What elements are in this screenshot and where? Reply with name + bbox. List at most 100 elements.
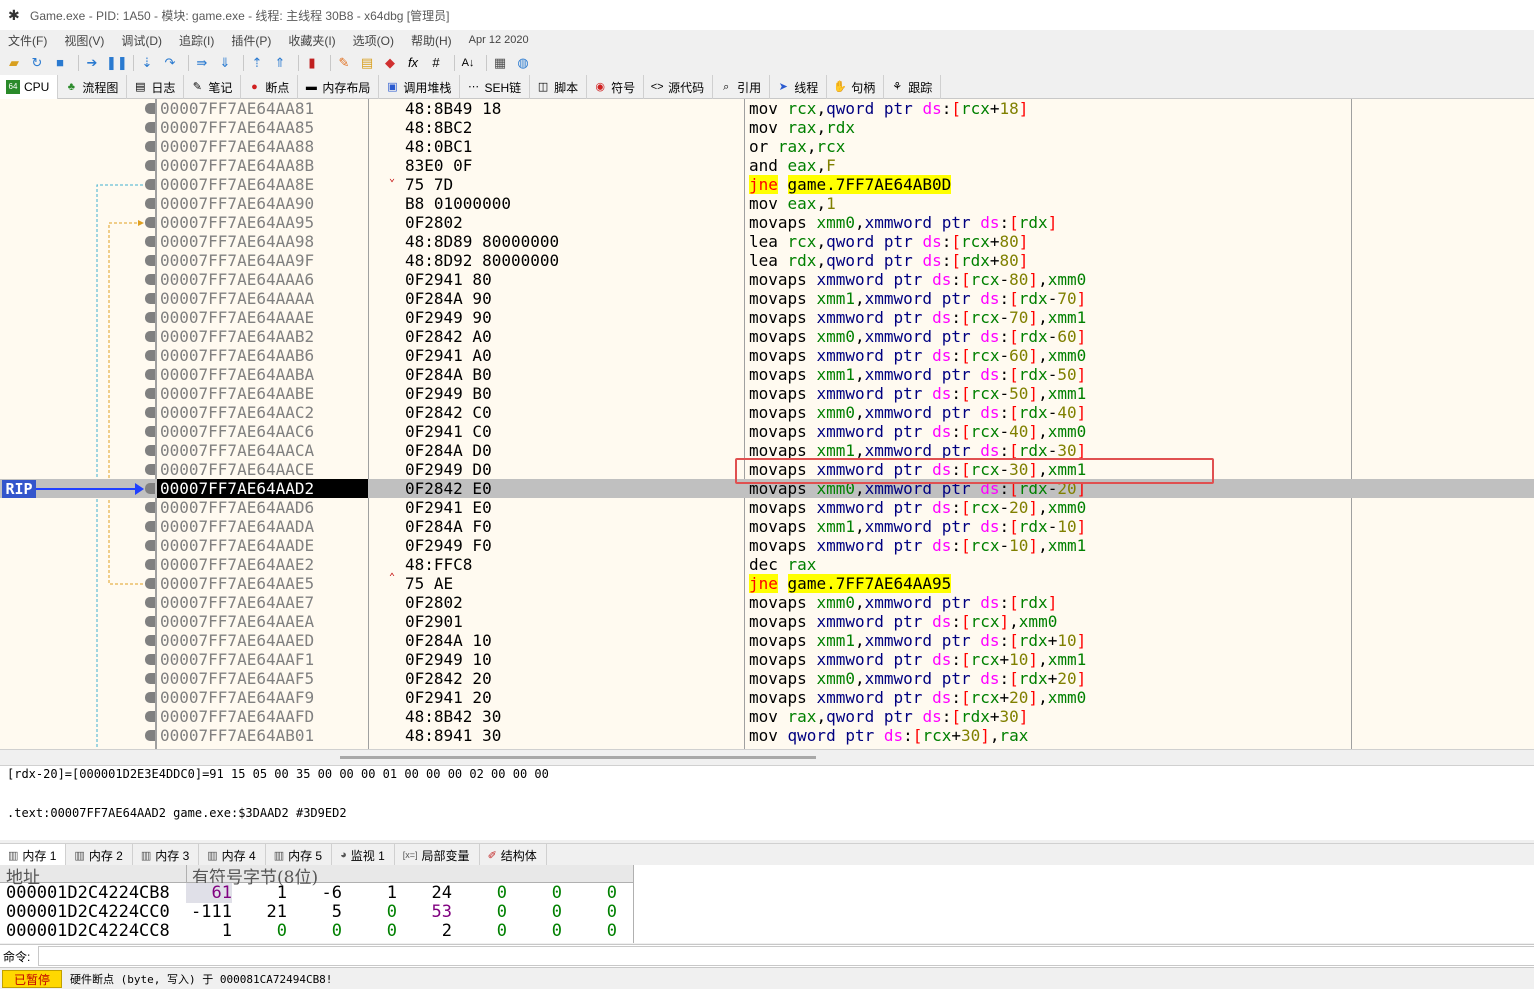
disasm-row[interactable]: 00007FF7AE64AAE5 ⌃ 75 AE jne game.7FF7AE64A… [0, 572, 1534, 593]
step-into-icon[interactable]: ⇣ [138, 54, 156, 72]
menu-debug[interactable]: 调试(D) [121, 32, 162, 49]
breakpoint-toggle[interactable] [145, 692, 155, 703]
dump-byte-value[interactable]: 0 [571, 921, 617, 941]
dump-byte-value[interactable]: 0 [351, 921, 397, 941]
dump-byte-value[interactable]: 24 [406, 883, 452, 903]
disasm-row[interactable]: 00007FF7AE64AAA6 0F2941 80 movaps xmmword … [0, 270, 1534, 289]
tab-trace[interactable]: ⚘ 跟踪 [884, 75, 942, 99]
tab-source[interactable]: <> 源代码 [644, 75, 714, 99]
disasm-row[interactable]: 00007FF7AE64AAF1 0F2949 10 movaps xmmword … [0, 650, 1534, 669]
trace-over-icon[interactable]: ⇓ [216, 54, 234, 72]
functions-icon[interactable]: fx [404, 54, 422, 72]
breakpoint-toggle[interactable] [145, 350, 155, 361]
dump-row[interactable]: 000001D2C4224CC8 1 0 0 0 2 0 0 0 [0, 921, 634, 941]
disasm-row[interactable]: 00007FF7AE64AAF9 0F2941 20 movaps xmmword … [0, 688, 1534, 707]
dump-byte-value[interactable]: 0 [516, 883, 562, 903]
breakpoint-toggle[interactable] [145, 445, 155, 456]
tab-cpu[interactable]: 64 CPU [0, 75, 59, 99]
tab-threads[interactable]: ➤ 线程 [770, 75, 828, 99]
memory-dump[interactable]: 地址 有符号字节(8位) 000001D2C4224CB8 61 1 -6 1 24 0 0 0… [0, 865, 1534, 943]
tab-dump-2[interactable]: ▥ 内存 2 [66, 844, 133, 866]
breakpoint-toggle[interactable] [145, 673, 155, 684]
globe-icon[interactable]: ◍ [514, 54, 532, 72]
run-icon[interactable]: ➔ [83, 54, 101, 72]
dump-byte-value[interactable]: 21 [241, 902, 287, 922]
disasm-row[interactable]: 00007FF7AE64AA9F 48:8D92 80000000 lea rdx,… [0, 251, 1534, 270]
patch-icon[interactable]: ✎ [335, 54, 353, 72]
breakpoint-toggle[interactable] [145, 521, 155, 532]
breakpoint-toggle[interactable] [145, 578, 155, 589]
disasm-row[interactable]: 00007FF7AE64AAE7 0F2802 movaps xmm0,xmmwor… [0, 593, 1534, 612]
tab-watch-1[interactable]: ◕ 监视 1 [332, 844, 395, 866]
breakpoint-toggle[interactable] [145, 464, 155, 475]
trace-into-icon[interactable]: ⇛ [193, 54, 211, 72]
disasm-row[interactable]: 00007FF7AE64AAAE 0F2949 90 movaps xmmword … [0, 308, 1534, 327]
disasm-row[interactable]: 00007FF7AE64AAFD 48:8B42 30 mov rax,qword … [0, 707, 1534, 726]
dump-byte-value[interactable]: 0 [296, 921, 342, 941]
disasm-row[interactable]: 00007FF7AE64AADE 0F2949 F0 movaps xmmword … [0, 536, 1534, 555]
tab-notes[interactable]: ✎ 笔记 [184, 75, 242, 99]
dump-row[interactable]: 000001D2C4224CB8 61 1 -6 1 24 0 0 0 [0, 883, 634, 903]
restart-icon[interactable]: ↻ [28, 54, 46, 72]
disasm-row[interactable]: 00007FF7AE64AAB6 0F2941 A0 movaps xmmword … [0, 346, 1534, 365]
breakpoint-toggle[interactable] [145, 160, 155, 171]
command-input[interactable] [38, 946, 1534, 966]
disasm-row[interactable]: 00007FF7AE64AA98 48:8D89 80000000 lea rcx,… [0, 232, 1534, 251]
tab-struct[interactable]: ✐ 结构体 [480, 844, 547, 866]
breakpoint-toggle[interactable] [145, 407, 155, 418]
breakpoint-toggle[interactable] [145, 274, 155, 285]
dump-byte-value[interactable]: -111 [186, 902, 232, 922]
stop-icon[interactable]: ■ [51, 54, 69, 72]
tab-seh[interactable]: ⋯ SEH链 [460, 75, 531, 99]
menu-options[interactable]: 选项(O) [353, 32, 394, 49]
breakpoint-toggle[interactable] [145, 255, 155, 266]
breakpoint-toggle[interactable] [145, 711, 155, 722]
run-to-user-code-icon[interactable]: ⇑ [271, 54, 289, 72]
breakpoint-toggle[interactable] [145, 616, 155, 627]
tab-locals[interactable]: [x=] 局部变量 [395, 844, 480, 866]
menu-plugins[interactable]: 插件(P) [231, 32, 271, 49]
disasm-row[interactable]: 00007FF7AE64AAC6 0F2941 C0 movaps xmmword … [0, 422, 1534, 441]
disassembly-view[interactable]: 00007FF7AE64AA81 48:8B49 18 mov rcx,qword … [0, 99, 1534, 749]
dump-byte-value[interactable]: 0 [461, 883, 507, 903]
variables-icon[interactable]: # [427, 54, 445, 72]
menu-help[interactable]: 帮助(H) [411, 32, 452, 49]
dump-byte-value[interactable]: 5 [296, 902, 342, 922]
breakpoint-toggle[interactable] [145, 483, 155, 494]
disasm-row[interactable]: 00007FF7AE64AA85 48:8BC2 mov rax,rdx [0, 118, 1534, 137]
disasm-row[interactable]: 00007FF7AE64AA95 0F2802 movaps xmm0,xmmwor… [0, 213, 1534, 232]
tab-script[interactable]: ◫ 脚本 [530, 75, 588, 99]
dump-byte-value[interactable]: 61 [186, 883, 232, 903]
scrollbar-thumb[interactable] [340, 756, 816, 759]
dump-byte-value[interactable]: 0 [461, 921, 507, 941]
tab-call-stack[interactable]: ▣ 调用堆栈 [379, 75, 461, 99]
dump-byte-value[interactable]: 0 [571, 902, 617, 922]
breakpoint-toggle[interactable] [145, 103, 155, 114]
dump-byte-value[interactable]: 1 [351, 883, 397, 903]
dump-byte-value[interactable]: 53 [406, 902, 452, 922]
tab-log[interactable]: ▤ 日志 [127, 75, 185, 99]
breakpoint-toggle[interactable] [145, 559, 155, 570]
dump-row[interactable]: 000001D2C4224CC0 -111 21 5 0 53 0 0 0 [0, 902, 634, 922]
dump-byte-value[interactable]: 2 [406, 921, 452, 941]
breakpoint-toggle[interactable] [145, 331, 155, 342]
breakpoint-toggle[interactable] [145, 293, 155, 304]
calculator-icon[interactable]: ▦ [491, 54, 509, 72]
menu-trace[interactable]: 追踪(I) [179, 32, 214, 49]
tab-handles[interactable]: ✋ 句柄 [827, 75, 885, 99]
breakpoint-toggle[interactable] [145, 141, 155, 152]
labels-icon[interactable]: ◆ [381, 54, 399, 72]
breakpoint-toggle[interactable] [145, 236, 155, 247]
breakpoint-toggle[interactable] [145, 635, 155, 646]
dump-byte-value[interactable]: -6 [296, 883, 342, 903]
breakpoint-toggle[interactable] [145, 217, 155, 228]
disasm-row[interactable]: 00007FF7AE64AA90 B8 01000000 mov eax,1 [0, 194, 1534, 213]
disasm-row[interactable]: 00007FF7AE64AAED 0F284A 10 movaps xmm1,xmm… [0, 631, 1534, 650]
tab-symbols[interactable]: ◉ 符号 [587, 75, 645, 99]
font-icon[interactable]: A↓ [459, 54, 477, 72]
step-over-icon[interactable]: ↷ [161, 54, 179, 72]
dump-byte-value[interactable]: 0 [351, 902, 397, 922]
dump-byte-value[interactable]: 0 [516, 921, 562, 941]
tab-references[interactable]: ⌕ 引用 [713, 75, 771, 99]
open-icon[interactable]: ▰ [5, 54, 23, 72]
